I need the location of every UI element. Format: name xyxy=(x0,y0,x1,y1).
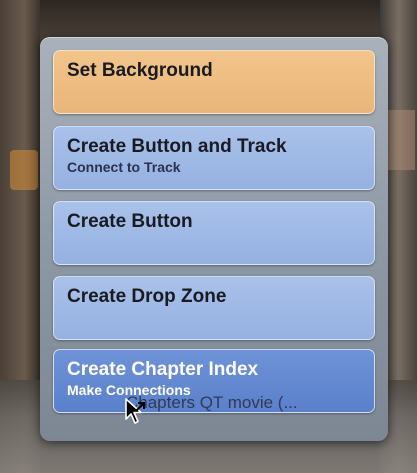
create-button-and-track-option[interactable]: Create Button and Track Connect to Track xyxy=(53,126,375,190)
background-strip xyxy=(0,0,417,40)
option-title: Create Button xyxy=(67,211,193,232)
drag-copy-cursor-icon xyxy=(125,398,145,424)
option-title: Create Chapter Index xyxy=(67,359,259,380)
drop-palette: Set Background Create Button and Track C… xyxy=(40,37,388,441)
option-title: Create Button and Track xyxy=(67,136,287,157)
background-light xyxy=(10,150,38,190)
create-button-option[interactable]: Create Button xyxy=(53,201,375,265)
create-drop-zone-option[interactable]: Create Drop Zone xyxy=(53,276,375,340)
option-title: Set Background xyxy=(67,60,213,81)
background-light xyxy=(385,110,415,170)
option-subtitle: Connect to Track xyxy=(67,159,181,175)
option-title: Create Drop Zone xyxy=(67,286,227,307)
drag-item-label: Chapters QT movie (... xyxy=(126,393,298,412)
set-background-option[interactable]: Set Background xyxy=(53,50,375,114)
